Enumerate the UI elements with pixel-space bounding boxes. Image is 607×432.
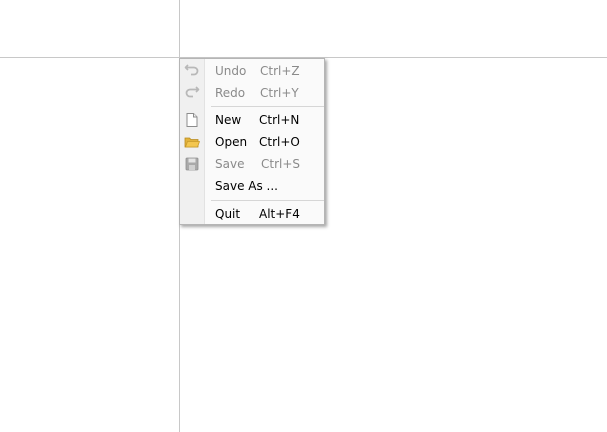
save-disk-icon <box>184 156 200 172</box>
menu-item-shortcut: Alt+F4 <box>259 207 300 221</box>
context-menu: Undo Ctrl+Z Redo Ctrl+Y New Ctrl+N Open … <box>179 58 325 225</box>
menu-item-shortcut: Ctrl+Y <box>260 86 299 100</box>
menu-item-quit[interactable]: Quit Alt+F4 <box>180 203 324 225</box>
menu-separator <box>211 106 324 107</box>
menu-separator <box>211 200 324 201</box>
menu-item-label: Open <box>215 135 248 149</box>
menu-item-shortcut: Ctrl+Z <box>260 64 300 78</box>
folder-open-icon <box>184 134 201 150</box>
menu-item-label: Redo <box>215 86 246 100</box>
menu-item-label: Save <box>215 157 245 171</box>
menu-item-undo[interactable]: Undo Ctrl+Z <box>180 60 324 82</box>
workspace: Undo Ctrl+Z Redo Ctrl+Y New Ctrl+N Open … <box>0 0 607 432</box>
menu-item-redo[interactable]: Redo Ctrl+Y <box>180 82 324 104</box>
menu-item-label: Undo <box>215 64 247 78</box>
menu-item-shortcut: Ctrl+O <box>259 135 300 149</box>
menu-item-open[interactable]: Open Ctrl+O <box>180 131 324 153</box>
menu-item-shortcut: Ctrl+S <box>261 157 301 171</box>
undo-icon <box>184 63 200 79</box>
menu-item-label: Quit <box>215 207 241 221</box>
redo-icon <box>184 85 200 101</box>
menu-item-save[interactable]: Save Ctrl+S <box>180 153 324 175</box>
new-document-icon <box>184 112 200 128</box>
menu-item-new[interactable]: New Ctrl+N <box>180 109 324 131</box>
menu-item-label: Save As ... <box>215 179 278 193</box>
menu-item-label: New <box>215 113 242 127</box>
menu-item-save-as[interactable]: Save As ... <box>180 175 324 197</box>
menu-item-shortcut: Ctrl+N <box>259 113 300 127</box>
